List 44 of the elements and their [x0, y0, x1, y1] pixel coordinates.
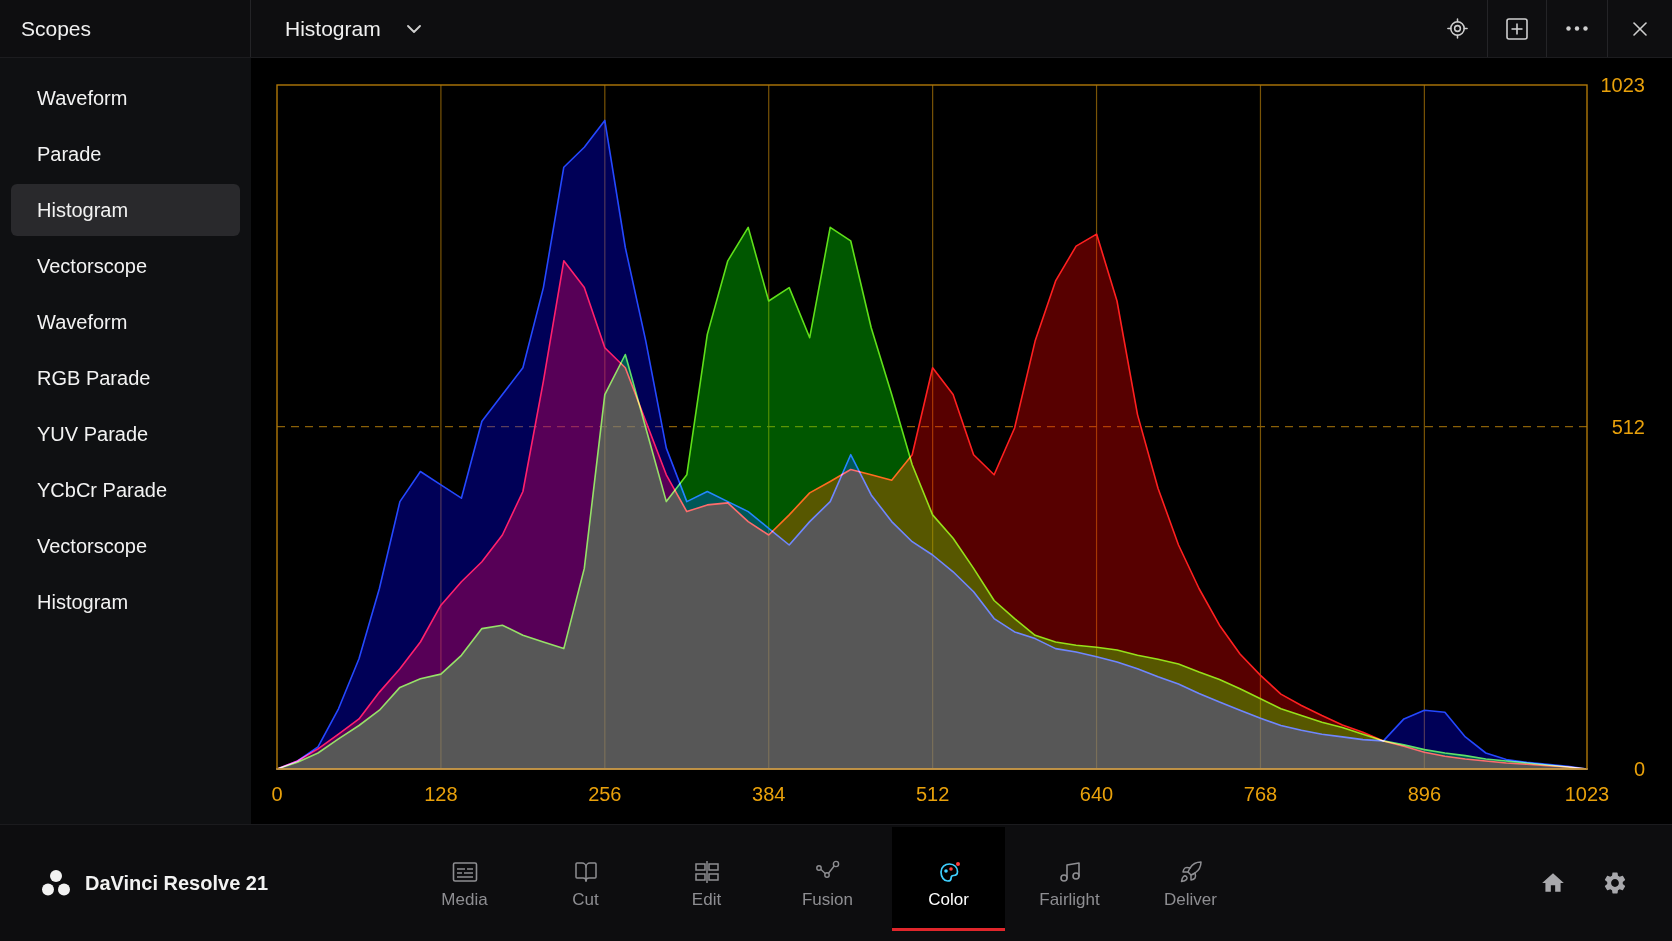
chevron-down-icon	[406, 24, 421, 33]
x-axis-label: 512	[915, 783, 950, 805]
square-plus-icon	[1506, 17, 1528, 40]
page-tab[interactable]: Fairlight	[1013, 827, 1126, 931]
more-icon	[1566, 26, 1588, 31]
page-tab[interactable]: Edit	[650, 827, 763, 931]
scope-list-item[interactable]: YUV Parade	[11, 408, 240, 460]
scope-list-item[interactable]: Waveform	[11, 296, 240, 348]
timeline-icon	[693, 860, 720, 884]
x-axis-label: 1023	[1564, 783, 1610, 805]
x-axis-label: 896	[1407, 783, 1442, 805]
page-tab[interactable]: Media	[408, 827, 521, 931]
y-axis-label: 512	[1611, 415, 1645, 438]
rocket-icon	[1178, 860, 1203, 884]
music-note-icon	[1057, 860, 1082, 884]
scope-list-item[interactable]: YCbCr Parade	[11, 464, 240, 516]
x-axis-label: 384	[752, 783, 786, 805]
x-axis-label: 640	[1079, 783, 1114, 805]
card-lines-icon	[451, 860, 478, 884]
x-axis-label: 768	[1243, 783, 1278, 805]
scope-list-item[interactable]: Parade	[11, 128, 240, 180]
scope-list-item[interactable]: Vectorscope	[11, 240, 240, 292]
scope-list-item[interactable]: Vectorscope	[11, 520, 240, 572]
scope-list-item[interactable]: Waveform	[11, 72, 240, 124]
panel-title: Scopes	[21, 15, 92, 42]
crosshair-icon	[1446, 17, 1469, 40]
x-axis-label: 256	[588, 783, 622, 805]
settings-icon	[1602, 870, 1628, 896]
logo-icon	[41, 869, 71, 897]
page-tab[interactable]: Color	[892, 827, 1005, 931]
x-axis-label: 128	[424, 783, 458, 805]
app-name: DaVinci Resolve 21	[85, 871, 269, 896]
page-tab[interactable]: Cut	[529, 827, 642, 931]
page-tab[interactable]: Deliver	[1134, 827, 1247, 931]
y-axis-label: 1023	[1600, 74, 1645, 96]
settings-button[interactable]	[1602, 870, 1628, 896]
scope-list-item[interactable]: RGB Parade	[11, 352, 240, 404]
book-icon	[573, 860, 598, 884]
y-axis-label: 0	[1633, 758, 1645, 780]
x-axis-label: 0	[271, 783, 283, 805]
scope-list-item[interactable]: Histogram	[11, 184, 240, 236]
scope-list-item[interactable]: Histogram	[11, 576, 240, 628]
scope-dropdown[interactable]: Histogram	[285, 0, 421, 57]
page-tab[interactable]: Fusion	[771, 827, 884, 931]
